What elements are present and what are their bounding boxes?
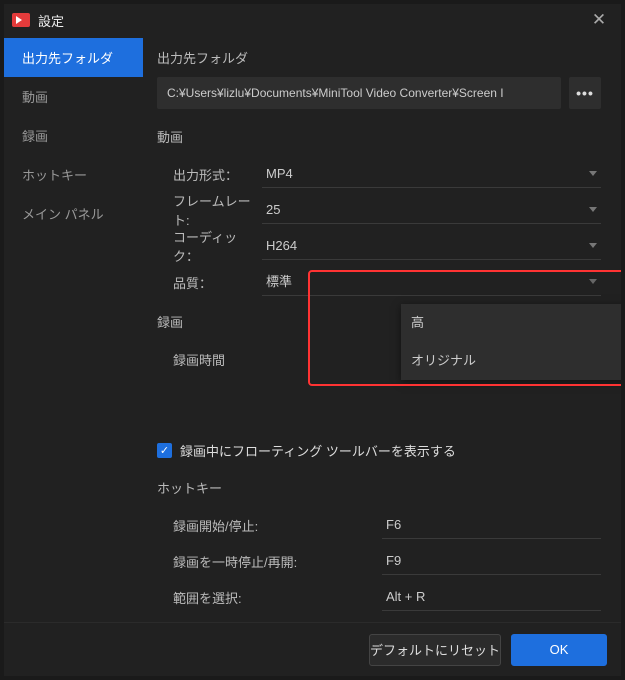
window-title: 設定 — [38, 11, 585, 30]
framerate-select[interactable]: 25 — [262, 196, 601, 224]
close-button[interactable]: ✕ — [585, 6, 613, 34]
hotkey-input-select-area[interactable]: Alt + R — [382, 583, 601, 611]
format-label: 出力形式： — [157, 165, 262, 184]
hotkey-row-fullscreen: フルスクリーン: Alt + F — [157, 615, 601, 622]
format-value: MP4 — [266, 166, 293, 181]
hotkey-input-start-stop[interactable]: F6 — [382, 511, 601, 539]
chevron-down-icon — [589, 279, 597, 284]
framerate-value: 25 — [266, 202, 280, 217]
chevron-down-icon — [589, 243, 597, 248]
framerate-label: フレームレート: — [157, 191, 262, 229]
floating-toolbar-row: ✓ 録画中にフローティング ツールバーを表示する — [157, 441, 601, 460]
sidebar-item-record[interactable]: 録画 — [4, 116, 143, 155]
hotkey-row-start-stop: 録画開始/停止: F6 — [157, 507, 601, 543]
codec-value: H264 — [266, 238, 297, 253]
settings-window: 設定 ✕ 出力先フォルダ 動画 録画 ホットキー メイン パネル 出力先フォルダ… — [4, 4, 621, 676]
section-hotkey: ホットキー — [157, 478, 601, 497]
sidebar: 出力先フォルダ 動画 録画 ホットキー メイン パネル — [4, 36, 143, 622]
sidebar-item-video[interactable]: 動画 — [4, 77, 143, 116]
format-select[interactable]: MP4 — [262, 160, 601, 188]
duration-label: 録画時間 — [157, 350, 262, 369]
quality-row: 品質： 標準 — [157, 264, 601, 300]
hotkey-label: 録画を一時停止/再開: — [157, 552, 382, 571]
hotkey-input-fullscreen[interactable]: Alt + F — [382, 619, 601, 622]
codec-label: コーディック： — [157, 227, 262, 265]
reset-button[interactable]: デフォルトにリセット — [369, 634, 501, 666]
browse-button[interactable]: ••• — [569, 77, 601, 109]
sidebar-item-hotkey[interactable]: ホットキー — [4, 155, 143, 194]
section-output-folder: 出力先フォルダ — [157, 48, 601, 67]
body: 出力先フォルダ 動画 録画 ホットキー メイン パネル 出力先フォルダ C:¥U… — [4, 36, 621, 622]
floating-toolbar-label: 録画中にフローティング ツールバーを表示する — [180, 441, 456, 460]
app-icon — [12, 13, 30, 27]
format-row: 出力形式： MP4 — [157, 156, 601, 192]
floating-toolbar-checkbox[interactable]: ✓ — [157, 443, 172, 458]
quality-option-high[interactable]: 高 — [401, 304, 621, 342]
section-video: 動画 — [157, 127, 601, 146]
output-path-input[interactable]: C:¥Users¥lizlu¥Documents¥MiniTool Video … — [157, 77, 561, 109]
content: 出力先フォルダ C:¥Users¥lizlu¥Documents¥MiniToo… — [143, 36, 621, 622]
hotkey-label: 録画開始/停止: — [157, 516, 382, 535]
footer: デフォルトにリセット OK — [4, 622, 621, 676]
quality-label: 品質： — [157, 273, 262, 292]
quality-option-original[interactable]: オリジナル — [401, 342, 621, 380]
quality-select[interactable]: 標準 — [262, 268, 601, 296]
chevron-down-icon — [589, 171, 597, 176]
framerate-row: フレームレート: 25 — [157, 192, 601, 228]
sidebar-item-main-panel[interactable]: メイン パネル — [4, 194, 143, 233]
codec-select[interactable]: H264 — [262, 232, 601, 260]
chevron-down-icon — [589, 207, 597, 212]
output-path-row: C:¥Users¥lizlu¥Documents¥MiniTool Video … — [157, 77, 601, 109]
quality-value: 標準 — [266, 274, 292, 289]
ok-button[interactable]: OK — [511, 634, 607, 666]
codec-row: コーディック： H264 — [157, 228, 601, 264]
sidebar-item-output-folder[interactable]: 出力先フォルダ — [4, 38, 143, 77]
hotkey-label: 範囲を選択: — [157, 588, 382, 607]
hotkey-row-select-area: 範囲を選択: Alt + R — [157, 579, 601, 615]
hotkey-row-pause-resume: 録画を一時停止/再開: F9 — [157, 543, 601, 579]
hotkey-input-pause-resume[interactable]: F9 — [382, 547, 601, 575]
titlebar: 設定 ✕ — [4, 4, 621, 36]
quality-dropdown: 高 オリジナル — [401, 304, 621, 380]
